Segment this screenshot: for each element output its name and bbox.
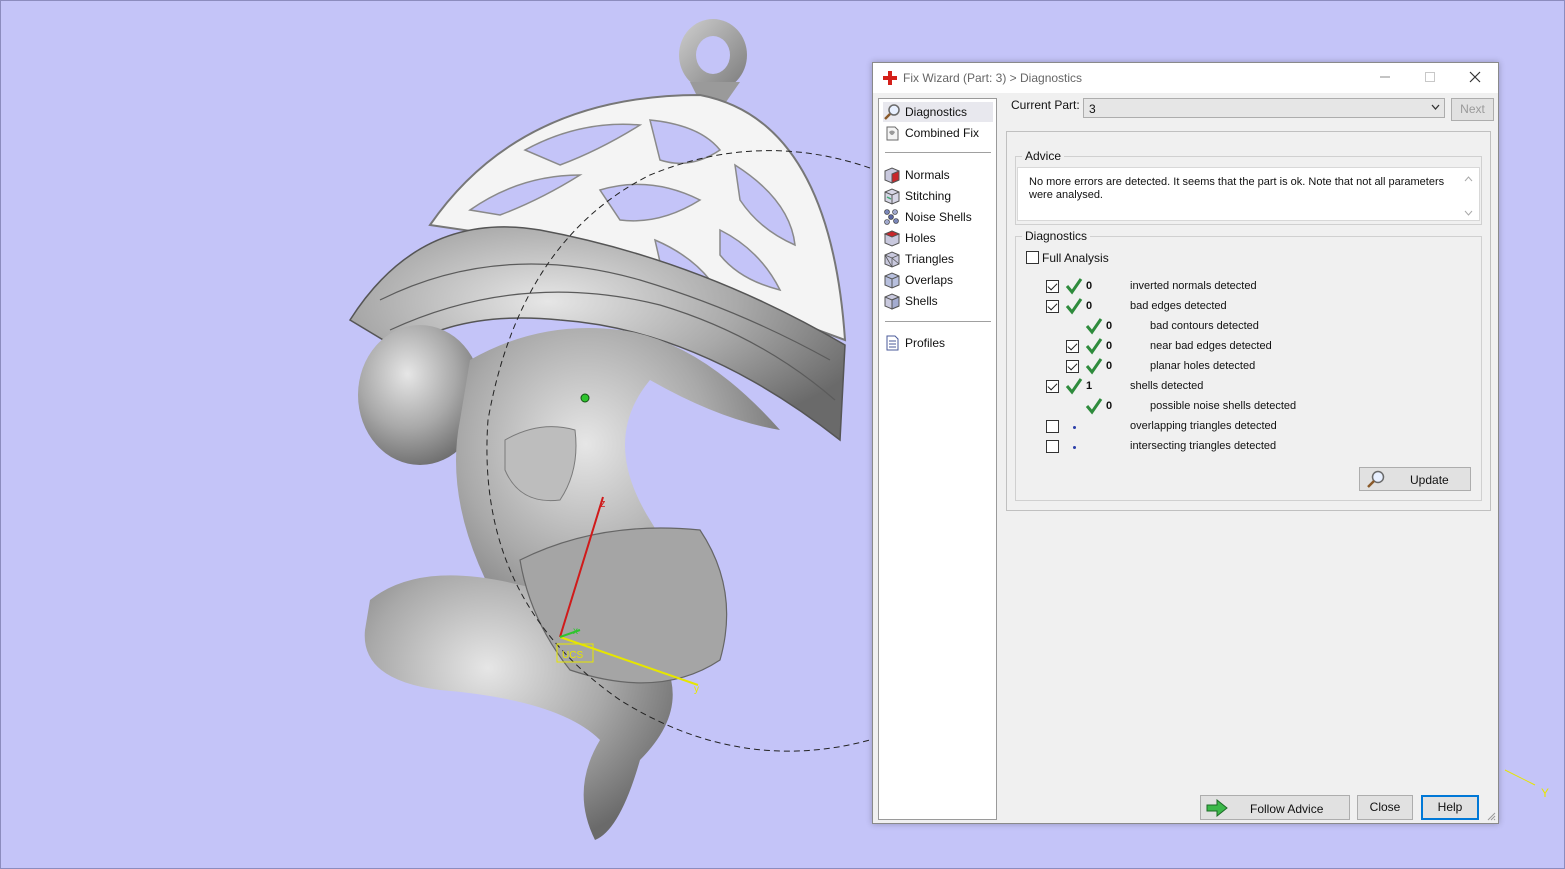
corner-axis-indicator: Y [1504,769,1549,800]
overlaps-cube-icon [884,272,900,289]
nav-item-shells[interactable]: Shells [883,291,993,311]
planar-holes-text: planar holes detected [1150,360,1256,372]
nav-separator [885,321,991,322]
inverted-normals-text: inverted normals detected [1130,280,1257,292]
ucs-label: UCS [562,650,583,661]
nav-item-profiles[interactable]: Profiles [883,333,993,353]
maximize-icon [1425,72,1435,82]
stitching-cube-icon [884,188,900,205]
full-analysis-label: Full Analysis [1042,251,1109,265]
combined-fix-icon [886,126,899,141]
not-analysed-dot-icon [1073,426,1076,429]
nav-item-diagnostics[interactable]: Diagnostics [883,102,993,122]
bad-edges-count: 0 [1086,300,1093,312]
nav-separator [885,152,991,153]
noise-shells-icon [884,209,899,225]
bad-edges-text: bad edges detected [1130,300,1227,312]
near-bad-edges-text: near bad edges detected [1150,340,1272,352]
planar-holes-checkbox[interactable] [1066,360,1079,373]
shells-text: shells detected [1130,380,1204,392]
axis-z-label: z [600,498,606,510]
help-button[interactable]: Help [1421,795,1479,820]
chevron-down-icon [1431,101,1440,116]
close-window-button[interactable] [1453,63,1497,93]
advice-group-title: Advice [1022,149,1065,163]
maximize-button[interactable] [1408,63,1452,93]
axis-y-label: y [694,684,699,695]
nav-item-overlaps[interactable]: Overlaps [883,270,993,290]
check-ok-icon [1065,378,1083,395]
nav-item-stitching[interactable]: Stitching [883,186,993,206]
dialog-title: Fix Wizard (Part: 3) > Diagnostics [903,71,1083,85]
planar-holes-count: 0 [1106,360,1113,372]
close-icon [1469,71,1481,83]
axis-x-label: x [573,626,578,637]
bad-contours-text: bad contours detected [1150,320,1259,332]
follow-advice-button[interactable]: Follow Advice [1200,795,1350,820]
nav-item-combined-fix[interactable]: Combined Fix [883,123,993,143]
nav-item-noise-shells[interactable]: Noise Shells [883,207,993,227]
fix-wizard-dialog: Fix Wizard (Part: 3) > Diagnostics Diagn… [872,62,1499,824]
update-button[interactable]: Update [1359,467,1471,491]
noise-shells-text: possible noise shells detected [1150,400,1297,412]
resize-grip-icon[interactable] [1486,811,1496,821]
scroll-up-icon[interactable] [1464,174,1473,184]
current-part-label: Current Part: [1011,98,1080,112]
magnifier-icon [1367,470,1385,488]
check-ok-icon [1065,278,1083,295]
shells-count: 1 [1086,380,1093,392]
minimize-icon [1380,76,1390,78]
minimize-button[interactable] [1363,63,1407,93]
noise-shells-count: 0 [1106,400,1113,412]
corner-axis-label: Y [1541,786,1549,800]
overlapping-triangles-checkbox[interactable] [1046,420,1059,433]
nav-item-normals[interactable]: Normals [883,165,993,185]
check-ok-icon [1065,298,1083,315]
follow-advice-label: Follow Advice [1250,802,1324,816]
intersecting-triangles-text: intersecting triangles detected [1130,440,1277,452]
pendant-model[interactable] [348,19,847,840]
bad-contours-count: 0 [1106,320,1113,332]
advice-text-box[interactable]: No more errors are detected. It seems th… [1017,167,1480,221]
check-ok-icon [1085,398,1103,415]
magnifier-icon [884,104,900,120]
shells-checkbox[interactable] [1046,380,1059,393]
holes-cube-icon [883,230,901,247]
full-analysis-checkbox[interactable] [1026,251,1039,264]
update-label: Update [1410,473,1449,487]
current-part-value: 3 [1089,102,1096,116]
advice-text: No more errors are detected. It seems th… [1029,176,1445,201]
diagnostics-group-title: Diagnostics [1022,229,1091,243]
pivot-point[interactable] [580,393,590,403]
close-button[interactable]: Close [1357,795,1413,820]
title-bar[interactable]: Fix Wizard (Part: 3) > Diagnostics [873,63,1498,93]
scroll-down-icon[interactable] [1464,208,1473,218]
next-button[interactable]: Next [1451,98,1494,121]
inverted-normals-count: 0 [1086,280,1093,292]
green-arrow-right-icon [1206,799,1228,817]
check-ok-icon [1085,358,1103,375]
inverted-normals-checkbox[interactable] [1046,280,1059,293]
near-bad-edges-count: 0 [1106,340,1113,352]
normals-cube-icon [884,167,900,184]
not-analysed-dot-icon [1073,446,1076,449]
shells-cube-icon [884,293,900,310]
red-cross-icon [883,71,897,85]
triangles-cube-icon [884,251,900,268]
check-ok-icon [1085,338,1103,355]
wizard-nav-panel: Diagnostics Combined Fix Normals Stitchi… [878,98,997,820]
overlapping-triangles-text: overlapping triangles detected [1130,420,1277,432]
current-part-select[interactable]: 3 [1083,98,1445,118]
near-bad-edges-checkbox[interactable] [1066,340,1079,353]
bad-edges-checkbox[interactable] [1046,300,1059,313]
nav-item-triangles[interactable]: Triangles [883,249,993,269]
check-ok-icon [1085,318,1103,335]
profiles-doc-icon [886,335,899,351]
nav-item-holes[interactable]: Holes [883,228,993,248]
intersecting-triangles-checkbox[interactable] [1046,440,1059,453]
